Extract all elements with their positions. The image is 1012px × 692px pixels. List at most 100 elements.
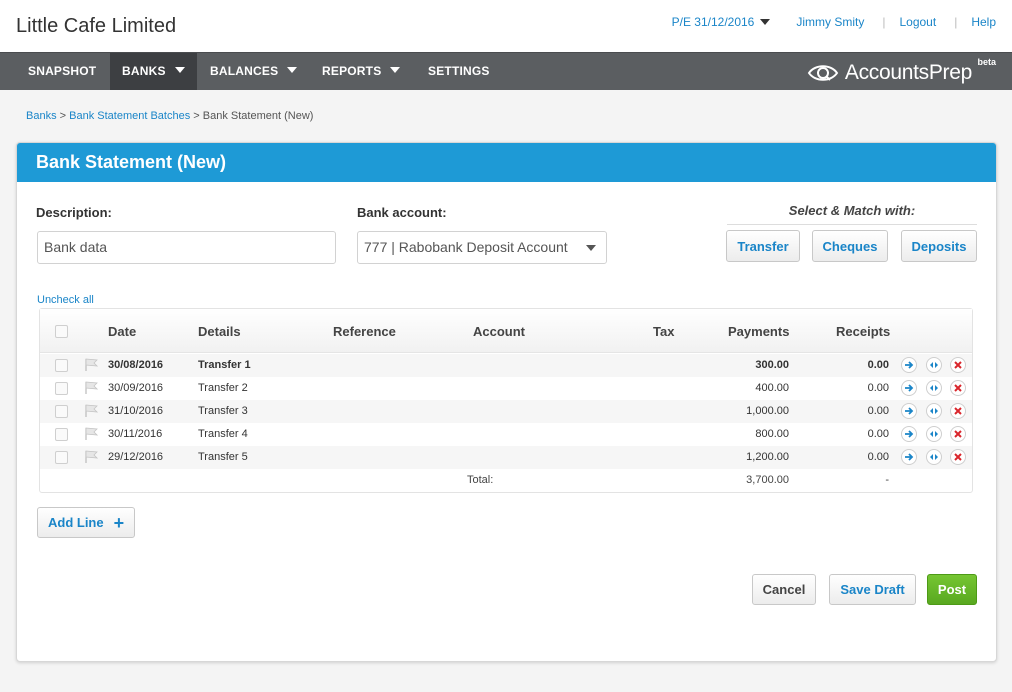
- eye-logo-icon: [807, 65, 839, 81]
- row-date: 30/11/2016: [108, 428, 163, 440]
- nav-item-label: SNAPSHOT: [28, 64, 97, 78]
- row-details: Transfer 4: [198, 428, 248, 440]
- transfer-button[interactable]: Transfer: [726, 230, 800, 262]
- cancel-button[interactable]: Cancel: [752, 574, 816, 605]
- flag-icon[interactable]: [84, 404, 98, 417]
- row-payments: 1,200.00: [746, 451, 789, 463]
- row-checkbox[interactable]: [55, 359, 68, 372]
- breadcrumb-bank-statement-batches[interactable]: Bank Statement Batches: [69, 110, 190, 122]
- period-label: P/E 31/12/2016: [671, 15, 755, 29]
- row-payments: 300.00: [755, 359, 789, 371]
- brand-name: AccountsPrep: [844, 61, 972, 84]
- top-links: P/E 31/12/2016 Jimmy Smity | Logout | He…: [672, 15, 996, 29]
- delete-icon[interactable]: [950, 380, 966, 396]
- row-receipts: 0.00: [867, 359, 889, 371]
- breadcrumb-current: Bank Statement (New): [202, 110, 314, 122]
- user-link[interactable]: Jimmy Smity: [796, 15, 864, 29]
- row-date: 30/09/2016: [108, 382, 164, 394]
- column-header-date: Date: [108, 324, 137, 339]
- breadcrumb: Banks > Bank Statement Batches > Bank St…: [26, 110, 313, 122]
- row-details: Transfer 1: [198, 359, 251, 371]
- nav-item-label: REPORTS: [322, 64, 382, 78]
- flag-icon[interactable]: [84, 358, 98, 371]
- column-header-receipts: Receipts: [836, 324, 891, 339]
- brand-logo: AccountsPrep beta: [807, 57, 996, 85]
- save-draft-button[interactable]: Save Draft: [829, 574, 916, 605]
- breadcrumb-separator: >: [193, 110, 200, 122]
- select-all-checkbox[interactable]: [55, 325, 68, 338]
- row-receipts: 0.00: [867, 451, 889, 463]
- delete-icon[interactable]: [950, 357, 966, 373]
- row-payments: 1,000.00: [746, 405, 789, 417]
- nav-item-settings[interactable]: SETTINGS: [416, 53, 502, 90]
- cheques-button[interactable]: Cheques: [812, 230, 888, 262]
- logout-link[interactable]: Logout: [899, 15, 936, 29]
- breadcrumb-separator: >: [59, 110, 67, 122]
- company-name: Little Cafe Limited: [16, 15, 177, 37]
- delete-icon[interactable]: [950, 403, 966, 419]
- divider: |: [882, 15, 886, 29]
- split-arrows-icon[interactable]: [926, 449, 942, 465]
- divider: |: [954, 15, 958, 29]
- nav-item-label: BALANCES: [210, 64, 279, 78]
- row-checkbox[interactable]: [55, 382, 68, 395]
- chevron-down-icon: [586, 245, 596, 251]
- arrow-right-icon[interactable]: [901, 380, 917, 396]
- help-link[interactable]: Help: [971, 15, 996, 29]
- chevron-down-icon: [287, 67, 298, 73]
- flag-icon[interactable]: [84, 427, 98, 440]
- flag-icon[interactable]: [84, 450, 98, 463]
- split-arrows-icon[interactable]: [926, 426, 942, 442]
- row-details: Transfer 2: [198, 382, 248, 394]
- table-row: 31/10/2016 Transfer 3 1,000.00 0.00: [40, 400, 972, 423]
- deposits-button[interactable]: Deposits: [901, 230, 977, 262]
- nav-item-reports[interactable]: REPORTS: [310, 53, 412, 90]
- match-title: Select & Match with:: [788, 203, 916, 218]
- table-row: 30/08/2016 Transfer 1 300.00 0.00: [40, 354, 972, 377]
- arrow-right-icon[interactable]: [901, 403, 917, 419]
- arrow-right-icon[interactable]: [901, 357, 917, 373]
- post-button[interactable]: Post: [927, 574, 977, 605]
- split-arrows-icon[interactable]: [926, 380, 942, 396]
- row-payments: 400.00: [755, 382, 789, 394]
- nav-item-snapshot[interactable]: SNAPSHOT: [16, 53, 108, 90]
- split-arrows-icon[interactable]: [926, 403, 942, 419]
- row-payments: 800.00: [755, 428, 789, 440]
- row-date: 31/10/2016: [108, 405, 164, 417]
- breadcrumb-banks[interactable]: Banks: [26, 110, 57, 122]
- delete-icon[interactable]: [950, 449, 966, 465]
- plus-icon: +: [113, 512, 125, 533]
- column-header-account: Account: [473, 324, 525, 339]
- arrow-right-icon[interactable]: [901, 426, 917, 442]
- bank-account-select[interactable]: 777 | Rabobank Deposit Account: [357, 231, 607, 264]
- table-row: 30/09/2016 Transfer 2 400.00 0.00: [40, 377, 972, 400]
- top-header: Little Cafe Limited P/E 31/12/2016 Jimmy…: [0, 0, 1012, 52]
- table-row: 30/11/2016 Transfer 4 800.00 0.00: [40, 423, 972, 446]
- chevron-down-icon: [760, 19, 771, 25]
- flag-icon[interactable]: [84, 381, 98, 394]
- beta-badge: beta: [977, 57, 996, 67]
- nav-item-balances[interactable]: BALANCES: [198, 53, 309, 90]
- row-checkbox[interactable]: [55, 405, 68, 418]
- row-date: 29/12/2016: [108, 451, 164, 463]
- add-line-button[interactable]: Add Line +: [37, 507, 135, 538]
- row-checkbox[interactable]: [55, 451, 68, 464]
- uncheck-all-link[interactable]: Uncheck all: [37, 294, 94, 306]
- column-header-reference: Reference: [333, 324, 396, 339]
- chevron-down-icon: [174, 67, 185, 73]
- row-receipts: 0.00: [867, 382, 889, 394]
- period-selector[interactable]: P/E 31/12/2016: [672, 15, 771, 29]
- statement-table: Date Details Reference Account Tax Payme…: [39, 308, 973, 493]
- split-arrows-icon[interactable]: [926, 357, 942, 373]
- description-input[interactable]: Bank data: [37, 231, 336, 264]
- description-label: Description:: [36, 205, 112, 220]
- arrow-right-icon[interactable]: [901, 449, 917, 465]
- table-header: Date Details Reference Account Tax Payme…: [40, 309, 972, 353]
- chevron-down-icon: [390, 67, 401, 73]
- panel-title: Bank Statement (New): [17, 143, 996, 182]
- row-details: Transfer 3: [198, 405, 248, 417]
- row-checkbox[interactable]: [55, 428, 68, 441]
- delete-icon[interactable]: [950, 426, 966, 442]
- nav-item-banks[interactable]: BANKS: [110, 53, 197, 90]
- column-header-details: Details: [198, 324, 241, 339]
